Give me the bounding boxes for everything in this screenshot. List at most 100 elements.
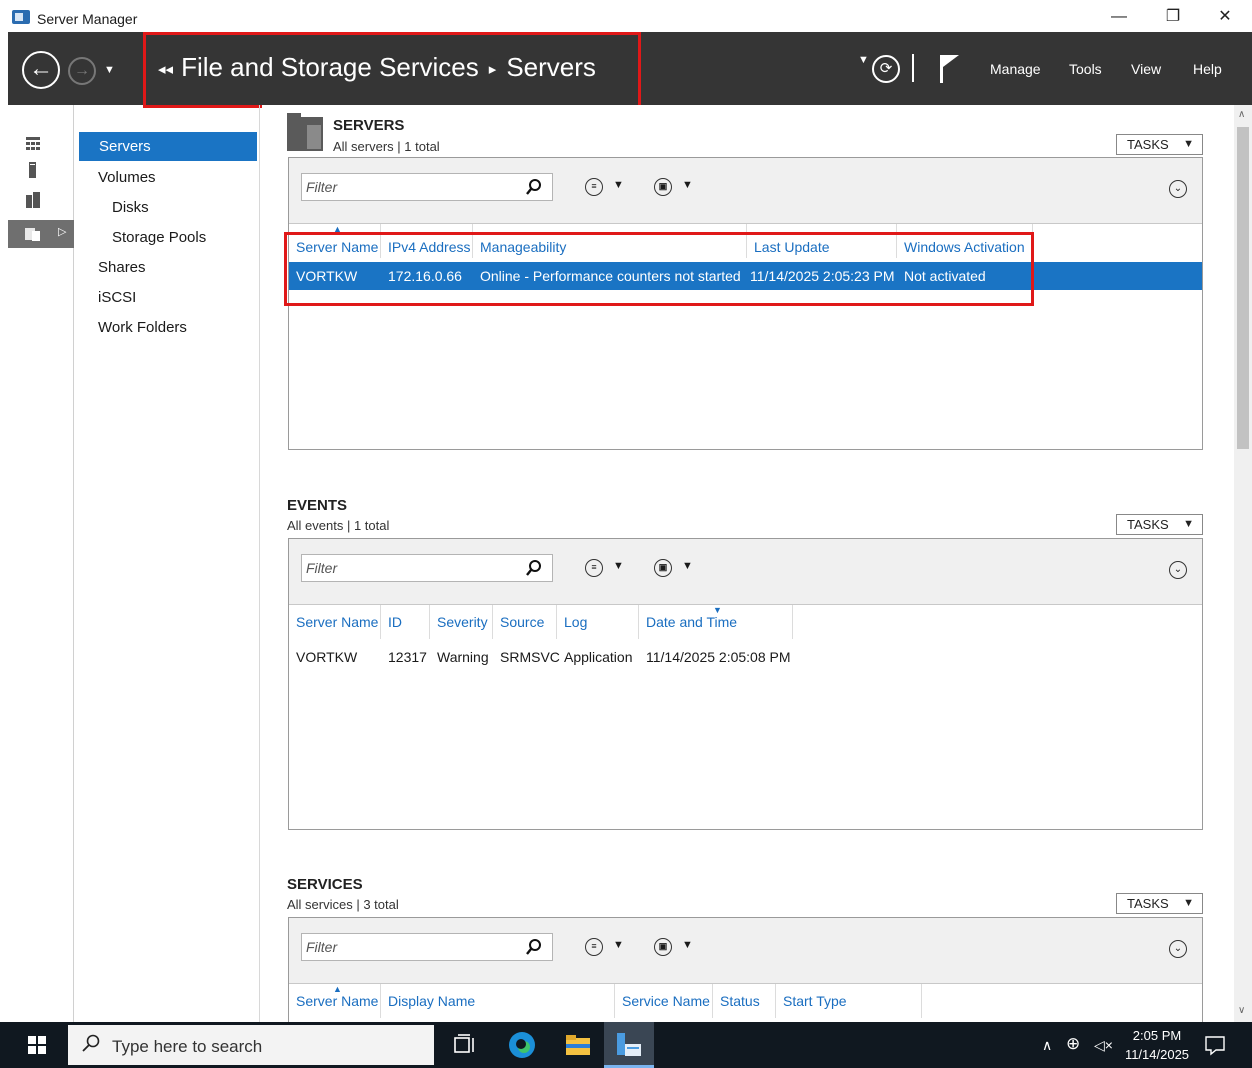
- servers-subtitle: All servers | 1 total: [333, 139, 440, 154]
- left-rail: ▷: [8, 105, 74, 1022]
- nav-item-servers[interactable]: Servers: [79, 132, 257, 161]
- notifications-flag-icon[interactable]: [938, 54, 960, 84]
- refresh-dropdown-icon[interactable]: ▼: [858, 54, 869, 66]
- cell-windows-activation: Not activated: [904, 268, 986, 284]
- search-icon[interactable]: [526, 938, 542, 956]
- table-row[interactable]: VORTKW 12317 Warning SRMSVC Application …: [289, 643, 1202, 671]
- column-log[interactable]: Log: [557, 605, 639, 639]
- column-server-name[interactable]: Server Name: [289, 224, 381, 258]
- file-storage-nav-list: Servers Volumes Disks Storage Pools Shar…: [78, 105, 260, 1022]
- search-icon[interactable]: [526, 559, 542, 577]
- rail-expand-chevron-icon[interactable]: ▷: [58, 225, 66, 238]
- breadcrumb-file-and-storage-services[interactable]: File and Storage Services: [181, 52, 479, 82]
- column-id[interactable]: ID: [381, 605, 430, 639]
- nav-item-volumes[interactable]: Volumes: [78, 163, 258, 192]
- minimize-button[interactable]: —: [1096, 4, 1142, 30]
- servers-folder-icon: [287, 113, 323, 151]
- network-globe-icon[interactable]: ⊕: [1066, 1034, 1080, 1054]
- cell-id: 12317: [388, 649, 427, 665]
- services-panel: ≡ ▼ ▣ ▼ ⌄ ▲ Server Name Display Name Servi…: [288, 917, 1203, 1022]
- column-severity[interactable]: Severity: [430, 605, 493, 639]
- file-and-storage-services-icon[interactable]: [25, 226, 41, 242]
- back-arrow-icon[interactable]: ←: [22, 51, 60, 89]
- search-icon[interactable]: [526, 178, 542, 196]
- events-column-headers: ▼ Server Name ID Severity Source Log Dat…: [289, 605, 1202, 639]
- column-service-name[interactable]: Service Name: [615, 984, 713, 1018]
- all-servers-icon[interactable]: [25, 192, 41, 208]
- main-scrollbar[interactable]: ∧ ∨: [1234, 105, 1252, 1022]
- taskbar-search-placeholder: Type here to search: [112, 1037, 263, 1056]
- clock-date: 11/14/2025: [1124, 1047, 1190, 1062]
- servers-expand-icon[interactable]: ⌄: [1169, 180, 1187, 198]
- column-display-name[interactable]: Display Name: [381, 984, 615, 1018]
- table-row[interactable]: VORTKW 172.16.0.66 Online - Performance …: [289, 262, 1202, 290]
- events-expand-icon[interactable]: ⌄: [1169, 561, 1187, 579]
- column-last-update[interactable]: Last Update: [747, 224, 897, 258]
- top-navigation-bar: ← → ▼ ◂◂ File and Storage Services ▸ Server…: [8, 32, 1252, 105]
- servers-filter-input[interactable]: [304, 176, 524, 198]
- nav-item-storage-pools[interactable]: Storage Pools: [78, 223, 258, 252]
- forward-arrow-icon[interactable]: →: [68, 57, 96, 85]
- services-column-headers: ▲ Server Name Display Name Service Name …: [289, 984, 1202, 1018]
- servers-column-headers: ▲ Server Name IPv4 Address Manageability…: [289, 224, 1202, 258]
- events-section: EVENTS All events | 1 total TASKS ▼ ≡ ▼ ▣ ▼…: [262, 485, 1234, 835]
- column-server-name[interactable]: Server Name: [289, 984, 381, 1018]
- events-filter-input[interactable]: [304, 557, 524, 579]
- services-toolbar: ≡ ▼ ▣ ▼ ⌄: [289, 918, 1202, 984]
- server-manager-taskbar-icon[interactable]: [614, 1030, 644, 1060]
- scroll-up-icon[interactable]: ∧: [1238, 109, 1245, 120]
- show-hidden-icons-icon[interactable]: ∧: [1042, 1037, 1052, 1054]
- edge-browser-icon[interactable]: [507, 1030, 537, 1060]
- cell-date-and-time: 11/14/2025 2:05:08 PM: [646, 649, 791, 665]
- scrollbar-thumb[interactable]: [1237, 127, 1249, 449]
- search-icon: [82, 1034, 100, 1052]
- tasks-dropdown-icon: ▼: [1183, 518, 1194, 530]
- breadcrumb-separator-icon: ▸: [488, 61, 497, 79]
- nav-item-disks[interactable]: Disks: [78, 193, 258, 222]
- events-toolbar: ≡ ▼ ▣ ▼ ⌄: [289, 539, 1202, 605]
- volume-muted-icon[interactable]: ◁×: [1094, 1037, 1113, 1054]
- column-source[interactable]: Source: [493, 605, 557, 639]
- scroll-down-icon[interactable]: ∨: [1238, 1005, 1245, 1016]
- list-options-icon: ≡: [585, 178, 603, 196]
- server-manager-app-icon: [12, 10, 30, 24]
- services-tasks-button[interactable]: TASKS ▼: [1116, 893, 1203, 914]
- servers-section: SERVERS All servers | 1 total TASKS ▼ ≡ ▼ …: [262, 105, 1234, 455]
- events-title: EVENTS: [287, 497, 348, 514]
- history-dropdown-icon[interactable]: ▼: [104, 64, 115, 76]
- taskbar-clock[interactable]: 2:05 PM 11/14/2025: [1114, 1026, 1200, 1064]
- services-filter-input[interactable]: [304, 936, 524, 958]
- refresh-icon[interactable]: ⟳: [872, 55, 900, 83]
- help-menu[interactable]: Help: [1193, 61, 1222, 77]
- manage-menu[interactable]: Manage: [990, 61, 1041, 77]
- view-menu[interactable]: View: [1131, 61, 1161, 77]
- column-server-name[interactable]: Server Name: [289, 605, 381, 639]
- windows-start-icon[interactable]: [28, 1036, 46, 1054]
- events-tasks-button[interactable]: TASKS ▼: [1116, 514, 1203, 535]
- nav-item-iscsi[interactable]: iSCSI: [78, 283, 258, 312]
- nav-item-shares[interactable]: Shares: [78, 253, 258, 282]
- column-ipv4-address[interactable]: IPv4 Address: [381, 224, 473, 258]
- nav-item-work-folders[interactable]: Work Folders: [78, 313, 258, 342]
- task-view-icon[interactable]: [450, 1030, 480, 1060]
- taskbar-search-box[interactable]: Type here to search: [68, 1025, 434, 1065]
- column-windows-activation[interactable]: Windows Activation: [897, 224, 1033, 258]
- close-button[interactable]: ✕: [1202, 4, 1248, 30]
- breadcrumb-lead-chevron-icon[interactable]: ◂◂: [158, 61, 173, 78]
- services-expand-icon[interactable]: ⌄: [1169, 940, 1187, 958]
- notifications-icon[interactable]: [1204, 1034, 1226, 1056]
- servers-tasks-button[interactable]: TASKS ▼: [1116, 134, 1203, 155]
- events-subtitle: All events | 1 total: [287, 518, 390, 533]
- dropdown-arrow-icon: ▼: [613, 179, 624, 191]
- local-server-icon[interactable]: [25, 162, 41, 178]
- restore-button[interactable]: ❐: [1150, 4, 1196, 30]
- dashboard-icon[interactable]: [25, 136, 41, 152]
- column-date-and-time[interactable]: Date and Time: [639, 605, 793, 639]
- file-explorer-icon[interactable]: [563, 1030, 593, 1060]
- column-start-type[interactable]: Start Type: [776, 984, 922, 1018]
- column-status[interactable]: Status: [713, 984, 776, 1018]
- tools-menu[interactable]: Tools: [1069, 61, 1102, 77]
- column-manageability[interactable]: Manageability: [473, 224, 747, 258]
- servers-panel: ≡ ▼ ▣ ▼ ⌄ ▲ Server Name IPv4 Address Manag…: [288, 157, 1203, 450]
- list-options-icon: ≡: [585, 559, 603, 577]
